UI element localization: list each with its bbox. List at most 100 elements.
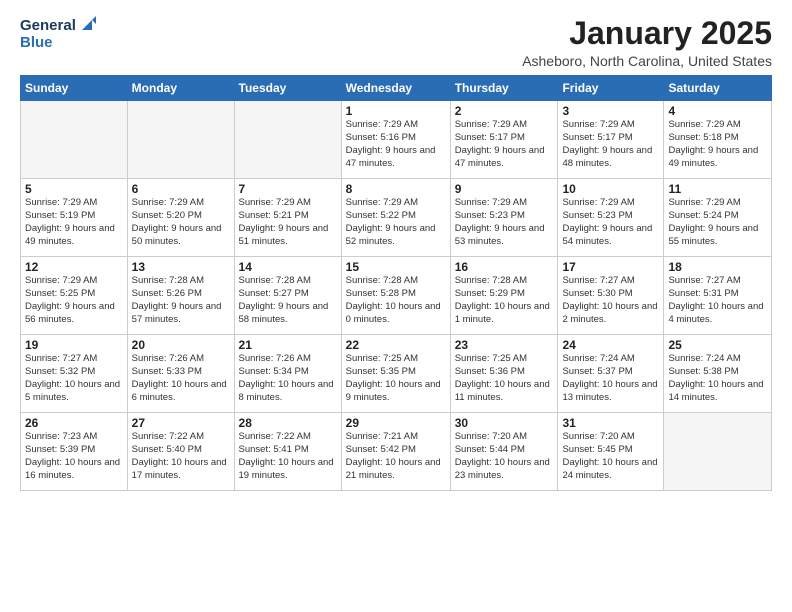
calendar-cell: 16Sunrise: 7:28 AM Sunset: 5:29 PM Dayli…	[450, 257, 558, 335]
week-row-3: 12Sunrise: 7:29 AM Sunset: 5:25 PM Dayli…	[21, 257, 772, 335]
calendar-cell: 3Sunrise: 7:29 AM Sunset: 5:17 PM Daylig…	[558, 101, 664, 179]
day-number: 23	[455, 338, 554, 352]
day-info: Sunrise: 7:20 AM Sunset: 5:44 PM Dayligh…	[455, 431, 554, 482]
day-number: 26	[25, 416, 123, 430]
day-info: Sunrise: 7:25 AM Sunset: 5:36 PM Dayligh…	[455, 353, 554, 404]
day-number: 25	[668, 338, 767, 352]
calendar-page: General Blue January 2025 Asheboro, Nort…	[0, 0, 792, 612]
day-info: Sunrise: 7:29 AM Sunset: 5:19 PM Dayligh…	[25, 197, 123, 248]
day-info: Sunrise: 7:29 AM Sunset: 5:16 PM Dayligh…	[346, 119, 446, 170]
day-info: Sunrise: 7:20 AM Sunset: 5:45 PM Dayligh…	[562, 431, 659, 482]
day-info: Sunrise: 7:27 AM Sunset: 5:32 PM Dayligh…	[25, 353, 123, 404]
week-row-2: 5Sunrise: 7:29 AM Sunset: 5:19 PM Daylig…	[21, 179, 772, 257]
week-row-1: 1Sunrise: 7:29 AM Sunset: 5:16 PM Daylig…	[21, 101, 772, 179]
weekday-header-friday: Friday	[558, 76, 664, 101]
day-number: 28	[239, 416, 337, 430]
day-info: Sunrise: 7:27 AM Sunset: 5:31 PM Dayligh…	[668, 275, 767, 326]
day-info: Sunrise: 7:29 AM Sunset: 5:23 PM Dayligh…	[455, 197, 554, 248]
week-row-5: 26Sunrise: 7:23 AM Sunset: 5:39 PM Dayli…	[21, 413, 772, 491]
day-number: 12	[25, 260, 123, 274]
calendar-cell: 4Sunrise: 7:29 AM Sunset: 5:18 PM Daylig…	[664, 101, 772, 179]
month-title: January 2025	[522, 16, 772, 51]
weekday-header-tuesday: Tuesday	[234, 76, 341, 101]
day-number: 14	[239, 260, 337, 274]
logo-arrow	[78, 16, 96, 34]
day-info: Sunrise: 7:22 AM Sunset: 5:40 PM Dayligh…	[132, 431, 230, 482]
day-info: Sunrise: 7:29 AM Sunset: 5:25 PM Dayligh…	[25, 275, 123, 326]
calendar-cell: 11Sunrise: 7:29 AM Sunset: 5:24 PM Dayli…	[664, 179, 772, 257]
calendar-cell: 18Sunrise: 7:27 AM Sunset: 5:31 PM Dayli…	[664, 257, 772, 335]
calendar-cell: 31Sunrise: 7:20 AM Sunset: 5:45 PM Dayli…	[558, 413, 664, 491]
day-number: 1	[346, 104, 446, 118]
day-number: 13	[132, 260, 230, 274]
day-info: Sunrise: 7:28 AM Sunset: 5:28 PM Dayligh…	[346, 275, 446, 326]
day-info: Sunrise: 7:29 AM Sunset: 5:18 PM Dayligh…	[668, 119, 767, 170]
logo-blue: Blue	[20, 34, 53, 51]
logo-general: General	[20, 17, 76, 34]
calendar-cell: 28Sunrise: 7:22 AM Sunset: 5:41 PM Dayli…	[234, 413, 341, 491]
day-info: Sunrise: 7:24 AM Sunset: 5:38 PM Dayligh…	[668, 353, 767, 404]
calendar-cell: 9Sunrise: 7:29 AM Sunset: 5:23 PM Daylig…	[450, 179, 558, 257]
day-info: Sunrise: 7:29 AM Sunset: 5:23 PM Dayligh…	[562, 197, 659, 248]
day-number: 20	[132, 338, 230, 352]
calendar-cell: 17Sunrise: 7:27 AM Sunset: 5:30 PM Dayli…	[558, 257, 664, 335]
day-number: 4	[668, 104, 767, 118]
title-block: January 2025 Asheboro, North Carolina, U…	[522, 16, 772, 69]
day-info: Sunrise: 7:25 AM Sunset: 5:35 PM Dayligh…	[346, 353, 446, 404]
calendar-cell: 29Sunrise: 7:21 AM Sunset: 5:42 PM Dayli…	[341, 413, 450, 491]
calendar-cell: 20Sunrise: 7:26 AM Sunset: 5:33 PM Dayli…	[127, 335, 234, 413]
calendar-cell: 15Sunrise: 7:28 AM Sunset: 5:28 PM Dayli…	[341, 257, 450, 335]
day-number: 2	[455, 104, 554, 118]
day-number: 7	[239, 182, 337, 196]
calendar-cell: 24Sunrise: 7:24 AM Sunset: 5:37 PM Dayli…	[558, 335, 664, 413]
day-number: 19	[25, 338, 123, 352]
day-number: 5	[25, 182, 123, 196]
day-info: Sunrise: 7:29 AM Sunset: 5:21 PM Dayligh…	[239, 197, 337, 248]
calendar-cell	[127, 101, 234, 179]
day-number: 11	[668, 182, 767, 196]
weekday-header-wednesday: Wednesday	[341, 76, 450, 101]
day-info: Sunrise: 7:26 AM Sunset: 5:33 PM Dayligh…	[132, 353, 230, 404]
weekday-header-sunday: Sunday	[21, 76, 128, 101]
calendar-cell: 5Sunrise: 7:29 AM Sunset: 5:19 PM Daylig…	[21, 179, 128, 257]
day-number: 18	[668, 260, 767, 274]
day-info: Sunrise: 7:29 AM Sunset: 5:20 PM Dayligh…	[132, 197, 230, 248]
calendar-cell	[234, 101, 341, 179]
day-number: 6	[132, 182, 230, 196]
day-number: 16	[455, 260, 554, 274]
calendar-cell: 30Sunrise: 7:20 AM Sunset: 5:44 PM Dayli…	[450, 413, 558, 491]
logo: General Blue	[20, 16, 96, 51]
day-number: 21	[239, 338, 337, 352]
calendar-cell: 2Sunrise: 7:29 AM Sunset: 5:17 PM Daylig…	[450, 101, 558, 179]
location: Asheboro, North Carolina, United States	[522, 53, 772, 69]
day-info: Sunrise: 7:29 AM Sunset: 5:24 PM Dayligh…	[668, 197, 767, 248]
calendar-cell: 6Sunrise: 7:29 AM Sunset: 5:20 PM Daylig…	[127, 179, 234, 257]
day-number: 17	[562, 260, 659, 274]
calendar-table: SundayMondayTuesdayWednesdayThursdayFrid…	[20, 75, 772, 491]
day-info: Sunrise: 7:21 AM Sunset: 5:42 PM Dayligh…	[346, 431, 446, 482]
calendar-cell	[664, 413, 772, 491]
calendar-cell: 14Sunrise: 7:28 AM Sunset: 5:27 PM Dayli…	[234, 257, 341, 335]
day-number: 9	[455, 182, 554, 196]
day-info: Sunrise: 7:24 AM Sunset: 5:37 PM Dayligh…	[562, 353, 659, 404]
calendar-cell: 23Sunrise: 7:25 AM Sunset: 5:36 PM Dayli…	[450, 335, 558, 413]
calendar-cell: 25Sunrise: 7:24 AM Sunset: 5:38 PM Dayli…	[664, 335, 772, 413]
calendar-cell: 19Sunrise: 7:27 AM Sunset: 5:32 PM Dayli…	[21, 335, 128, 413]
header: General Blue January 2025 Asheboro, Nort…	[20, 16, 772, 69]
calendar-cell: 7Sunrise: 7:29 AM Sunset: 5:21 PM Daylig…	[234, 179, 341, 257]
calendar-cell: 12Sunrise: 7:29 AM Sunset: 5:25 PM Dayli…	[21, 257, 128, 335]
day-info: Sunrise: 7:28 AM Sunset: 5:29 PM Dayligh…	[455, 275, 554, 326]
day-number: 10	[562, 182, 659, 196]
day-info: Sunrise: 7:22 AM Sunset: 5:41 PM Dayligh…	[239, 431, 337, 482]
day-info: Sunrise: 7:27 AM Sunset: 5:30 PM Dayligh…	[562, 275, 659, 326]
day-info: Sunrise: 7:29 AM Sunset: 5:17 PM Dayligh…	[562, 119, 659, 170]
calendar-cell: 1Sunrise: 7:29 AM Sunset: 5:16 PM Daylig…	[341, 101, 450, 179]
weekday-header-thursday: Thursday	[450, 76, 558, 101]
day-info: Sunrise: 7:29 AM Sunset: 5:22 PM Dayligh…	[346, 197, 446, 248]
calendar-cell: 26Sunrise: 7:23 AM Sunset: 5:39 PM Dayli…	[21, 413, 128, 491]
calendar-cell: 10Sunrise: 7:29 AM Sunset: 5:23 PM Dayli…	[558, 179, 664, 257]
calendar-cell: 27Sunrise: 7:22 AM Sunset: 5:40 PM Dayli…	[127, 413, 234, 491]
day-number: 22	[346, 338, 446, 352]
calendar-cell: 21Sunrise: 7:26 AM Sunset: 5:34 PM Dayli…	[234, 335, 341, 413]
calendar-cell	[21, 101, 128, 179]
